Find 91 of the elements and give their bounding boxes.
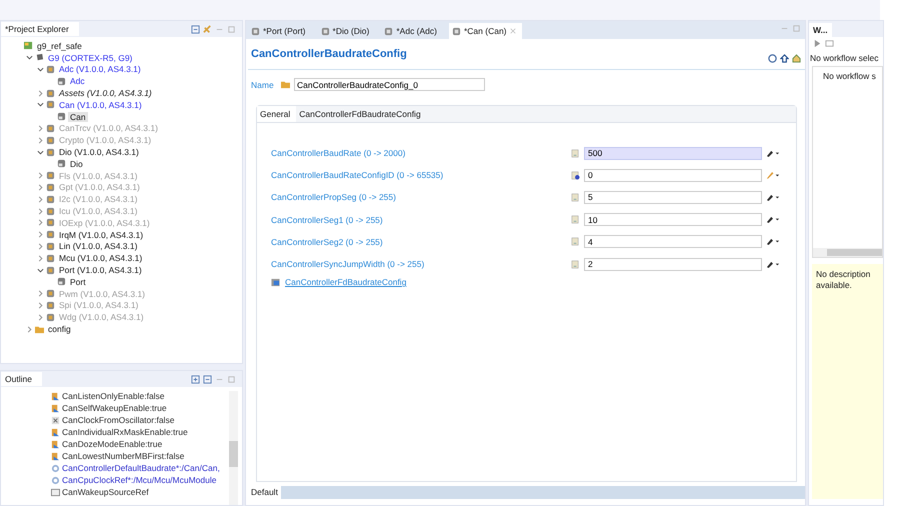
collapse-all-icon[interactable]: [191, 24, 200, 34]
maximize-icon[interactable]: [792, 24, 801, 33]
parameter-label[interactable]: CanControllerSyncJumpWidth (0 -> 255): [271, 259, 567, 270]
play-icon[interactable]: [813, 39, 822, 48]
wand-icon[interactable]: [766, 260, 780, 269]
tree-item[interactable]: Port: [68, 276, 88, 287]
pencil-icon[interactable]: [766, 170, 780, 180]
outline-item[interactable]: CanWakeupSourceRef: [62, 487, 149, 497]
tree-item[interactable]: IrqM (V1.0.0, AS4.3.1): [57, 230, 146, 240]
editor-tab[interactable]: *Can (Can): [448, 23, 522, 39]
editor-title: CanControllerBaudrateConfig: [251, 48, 407, 60]
form-tab[interactable]: CanControllerFdBaudrateConfig: [296, 106, 427, 122]
module-icon: [320, 26, 330, 36]
close-icon[interactable]: [510, 28, 516, 34]
tree-item[interactable]: Port (V1.0.0, AS4.3.1): [57, 265, 144, 276]
page-tab[interactable]: Default: [248, 486, 281, 499]
value-field[interactable]: 0: [584, 168, 762, 182]
subcontainer-icon: [271, 278, 280, 287]
value-field[interactable]: 10: [584, 213, 762, 226]
wand-icon[interactable]: [766, 148, 780, 158]
config-icon: [57, 112, 66, 122]
maximize-icon[interactable]: [227, 374, 236, 384]
config-icon: [57, 76, 66, 86]
collapse-all-icon[interactable]: [203, 374, 212, 384]
folder-icon: [281, 80, 290, 89]
parameter-icon: [51, 452, 60, 460]
wand-icon[interactable]: [766, 237, 780, 246]
parameter-label[interactable]: CanControllerSeg1 (0 -> 255): [271, 214, 567, 225]
parameter-label[interactable]: CanControllerPropSeg (0 -> 255): [271, 192, 567, 202]
empty-reference-icon: [51, 488, 60, 496]
value-field[interactable]: 4: [584, 235, 762, 248]
disabled-parameter-icon: [51, 416, 60, 424]
tree-item[interactable]: Adc (V1.0.0, AS4.3.1): [57, 64, 143, 74]
editor-tab[interactable]: *Dio (Dio): [318, 23, 376, 39]
tree-item[interactable]: G9 (CORTEX-R5, G9): [46, 52, 134, 63]
project-icon: [24, 41, 33, 50]
up-arrow-icon[interactable]: [780, 54, 789, 63]
folder-icon: [35, 324, 44, 334]
value-field[interactable]: 2: [584, 258, 762, 271]
editor-tab[interactable]: *Adc (Adc): [381, 23, 443, 39]
editor-tab[interactable]: *Port (Port): [248, 23, 312, 39]
parameter-label[interactable]: CanControllerSeg2 (0 -> 255): [271, 236, 567, 247]
outline-item[interactable]: CanClockFromOscillator:false: [62, 415, 174, 425]
tree-item[interactable]: g9_ref_safe: [35, 40, 84, 51]
wand-icon[interactable]: [766, 215, 780, 224]
maximize-icon[interactable]: [227, 24, 236, 34]
tree-item[interactable]: Can (V1.0.0, AS4.3.1): [57, 100, 144, 110]
status-text: No workflow selec: [809, 52, 880, 63]
parameter-label[interactable]: CanControllerBaudRateConfigID (0 -> 65535): [271, 170, 567, 180]
module-icon: [251, 26, 260, 36]
panel-tab[interactable]: W...: [809, 23, 832, 37]
expand-all-icon[interactable]: [191, 374, 200, 384]
tree-item[interactable]: Adc: [68, 76, 87, 86]
workflow-message: No workflow s: [822, 70, 877, 81]
parameter-icon: [51, 404, 60, 412]
outline-item[interactable]: CanSelfWakeupEnable:true: [62, 403, 167, 413]
panel-tab[interactable]: *Project Explorer: [1, 22, 79, 36]
tree-item[interactable]: Lin (V1.0.0, AS4.3.1): [57, 241, 140, 252]
outline-item[interactable]: CanListenOnlyEnable:false: [62, 391, 165, 401]
outline-item[interactable]: CanDozeModeEnable:true: [62, 439, 162, 449]
name-field[interactable]: CanControllerBaudrateConfig_0: [294, 78, 485, 91]
config-icon: [57, 159, 66, 168]
tree-item[interactable]: Dio: [68, 158, 85, 169]
form-tab[interactable]: General: [257, 106, 296, 122]
outline-item[interactable]: CanControllerDefaultBaudrate*:/Can/Can,: [62, 463, 220, 473]
home-icon[interactable]: [792, 54, 801, 63]
tree-item[interactable]: Dio (V1.0.0, AS4.3.1): [57, 147, 141, 158]
outline-item[interactable]: CanIndividualRxMaskEnable:true: [62, 427, 188, 437]
outline-item[interactable]: CanCpuClockRef*:/Mcu/Mcu/McuModule: [62, 475, 216, 485]
parameter-icon: [51, 392, 60, 400]
module-icon: [452, 26, 461, 36]
parameter-label[interactable]: CanControllerBaudRate (0 -> 2000): [271, 148, 567, 158]
scrollbar[interactable]: [229, 391, 238, 505]
panel-tab[interactable]: Outline: [1, 372, 42, 386]
tree-item[interactable]: Assets (V1.0.0, AS4.3.1): [57, 88, 154, 98]
tree-item[interactable]: Mcu (V1.0.0, AS4.3.1): [57, 253, 144, 264]
subcontainer-link[interactable]: CanControllerFdBaudrateConfig: [285, 277, 406, 288]
wand-icon[interactable]: [766, 192, 780, 202]
outline-item[interactable]: CanLowestNumberMBFirst:false: [62, 451, 184, 461]
field-label: Name: [251, 80, 275, 90]
parameter-icon: [51, 440, 60, 448]
module-icon: [384, 26, 394, 36]
tree-item[interactable]: config: [46, 324, 73, 334]
module-icon: [46, 64, 55, 74]
scrollbar[interactable]: [813, 248, 882, 257]
tree-item[interactable]: Can: [68, 112, 88, 122]
description-text: No description available.: [816, 269, 870, 290]
config-icon: [57, 277, 66, 286]
parameter-icon: [51, 428, 60, 436]
value-field[interactable]: 500: [584, 146, 762, 160]
value-field[interactable]: 5: [584, 190, 762, 204]
